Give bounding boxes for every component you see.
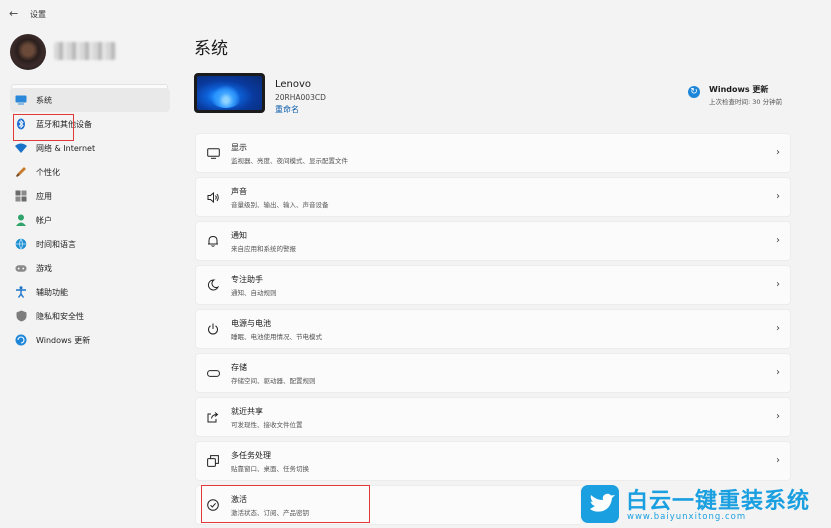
chevron-right-icon: ›: [776, 279, 780, 290]
device-model: 20RHA003CD: [275, 93, 326, 102]
refresh-icon[interactable]: ↻: [688, 86, 700, 98]
windows-update-icon: [15, 334, 27, 346]
settings-card-sound[interactable]: 声音 音量级别、输出、输入、声音设备 ›: [195, 177, 791, 217]
settings-card-nearby-sharing[interactable]: 就近共享 可发现性、接收文件位置 ›: [195, 397, 791, 437]
chevron-right-icon: ›: [776, 147, 780, 158]
sidebar-item-label: 游戏: [36, 263, 52, 273]
wifi-icon: [15, 142, 27, 154]
sidebar-item-label: 网络 & Internet: [36, 143, 96, 153]
card-title: 多任务处理: [231, 451, 271, 460]
card-title: 存储: [231, 363, 247, 372]
sidebar-item-label: 系统: [36, 95, 52, 105]
sidebar-item-accounts[interactable]: 帐户: [10, 208, 170, 232]
multitask-icon: [206, 454, 220, 468]
chevron-right-icon: ›: [776, 455, 780, 466]
settings-card-notifications[interactable]: 通知 来自应用和系统的警报 ›: [195, 221, 791, 261]
sidebar-item-accessibility[interactable]: 辅助功能: [10, 280, 170, 304]
card-subtitle: 可发现性、接收文件位置: [231, 421, 303, 429]
card-title: 就近共享: [231, 407, 263, 416]
watermark-url: www.baiyunxitong.com: [627, 512, 747, 522]
activation-highlight-box: [201, 485, 370, 523]
device-thumbnail: [194, 73, 265, 113]
globe-clock-icon: [15, 238, 27, 250]
speaker-icon: [206, 190, 220, 204]
blurred-username: [54, 42, 116, 60]
display-icon: [206, 146, 220, 160]
settings-card-multitasking[interactable]: 多任务处理 贴靠窗口、桌面、任务切换 ›: [195, 441, 791, 481]
card-subtitle: 存储空间、驱动器、配置规则: [231, 377, 316, 385]
update-last-checked: 上次检查时间: 30 分钟前: [709, 98, 783, 106]
card-subtitle: 来自应用和系统的警报: [231, 245, 296, 253]
watermark: 白云一键重装系统 www.baiyunxitong.com: [580, 482, 831, 528]
storage-icon: [206, 366, 220, 380]
page-title: 系统: [194, 39, 228, 59]
sidebar-item-label: 隐私和安全性: [36, 311, 84, 321]
avatar[interactable]: [10, 34, 46, 70]
share-icon: [206, 410, 220, 424]
app-title: 设置: [30, 10, 46, 19]
sidebar-item-label: 时间和语言: [36, 239, 76, 249]
shield-icon: [15, 310, 27, 322]
card-subtitle: 监视器、亮度、夜间模式、显示配置文件: [231, 157, 348, 165]
chevron-right-icon: ›: [776, 367, 780, 378]
sidebar-item-personalization[interactable]: 个性化: [10, 160, 170, 184]
card-subtitle: 睡眠、电池使用情况、节电模式: [231, 333, 322, 341]
card-title: 声音: [231, 187, 247, 196]
settings-card-focus-assist[interactable]: 专注助手 通知、自动规则 ›: [195, 265, 791, 305]
card-title: 电源与电池: [231, 319, 271, 328]
monitor-icon: [15, 94, 27, 106]
settings-card-storage[interactable]: 存储 存储空间、驱动器、配置规则 ›: [195, 353, 791, 393]
system-highlight-box: [13, 114, 74, 141]
chevron-right-icon: ›: [776, 235, 780, 246]
card-title: 通知: [231, 231, 247, 240]
bird-logo-icon: [581, 485, 619, 523]
settings-card-power-battery[interactable]: 电源与电池 睡眠、电池使用情况、节电模式 ›: [195, 309, 791, 349]
sidebar-item-time-language[interactable]: 时间和语言: [10, 232, 170, 256]
sidebar-item-label: Windows 更新: [36, 335, 91, 345]
device-name: Lenovo: [275, 79, 312, 90]
rename-link[interactable]: 重命名: [275, 104, 299, 115]
card-subtitle: 贴靠窗口、桌面、任务切换: [231, 465, 309, 473]
card-subtitle: 音量级别、输出、输入、声音设备: [231, 201, 329, 209]
windows-update-link[interactable]: Windows 更新: [709, 84, 768, 95]
card-title: 专注助手: [231, 275, 263, 284]
sidebar-item-windows-update[interactable]: Windows 更新: [10, 328, 170, 352]
back-arrow-icon[interactable]: ←: [9, 8, 18, 20]
person-icon: [15, 214, 27, 226]
paint-brush-icon: [15, 166, 27, 178]
sidebar-item-gaming[interactable]: 游戏: [10, 256, 170, 280]
sidebar-item-label: 帐户: [36, 215, 52, 225]
chevron-right-icon: ›: [776, 323, 780, 334]
sidebar-item-privacy[interactable]: 隐私和安全性: [10, 304, 170, 328]
accessibility-icon: [15, 286, 27, 298]
watermark-text: 白云一键重装系统: [626, 489, 811, 514]
apps-icon: [15, 190, 27, 202]
bell-icon: [206, 234, 220, 248]
sidebar-item-apps[interactable]: 应用: [10, 184, 170, 208]
card-subtitle: 通知、自动规则: [231, 289, 277, 297]
sidebar-item-label: 个性化: [36, 167, 60, 177]
sidebar-item-label: 辅助功能: [36, 287, 68, 297]
settings-card-display[interactable]: 显示 监视器、亮度、夜间模式、显示配置文件 ›: [195, 133, 791, 173]
moon-icon: [206, 278, 220, 292]
gamepad-icon: [15, 262, 27, 274]
sidebar-item-label: 应用: [36, 191, 52, 201]
title-bar: ← 设置: [0, 0, 831, 30]
chevron-right-icon: ›: [776, 411, 780, 422]
power-icon: [206, 322, 220, 336]
sidebar-item-system[interactable]: 系统: [10, 88, 170, 112]
card-title: 显示: [231, 143, 247, 152]
chevron-right-icon: ›: [776, 191, 780, 202]
